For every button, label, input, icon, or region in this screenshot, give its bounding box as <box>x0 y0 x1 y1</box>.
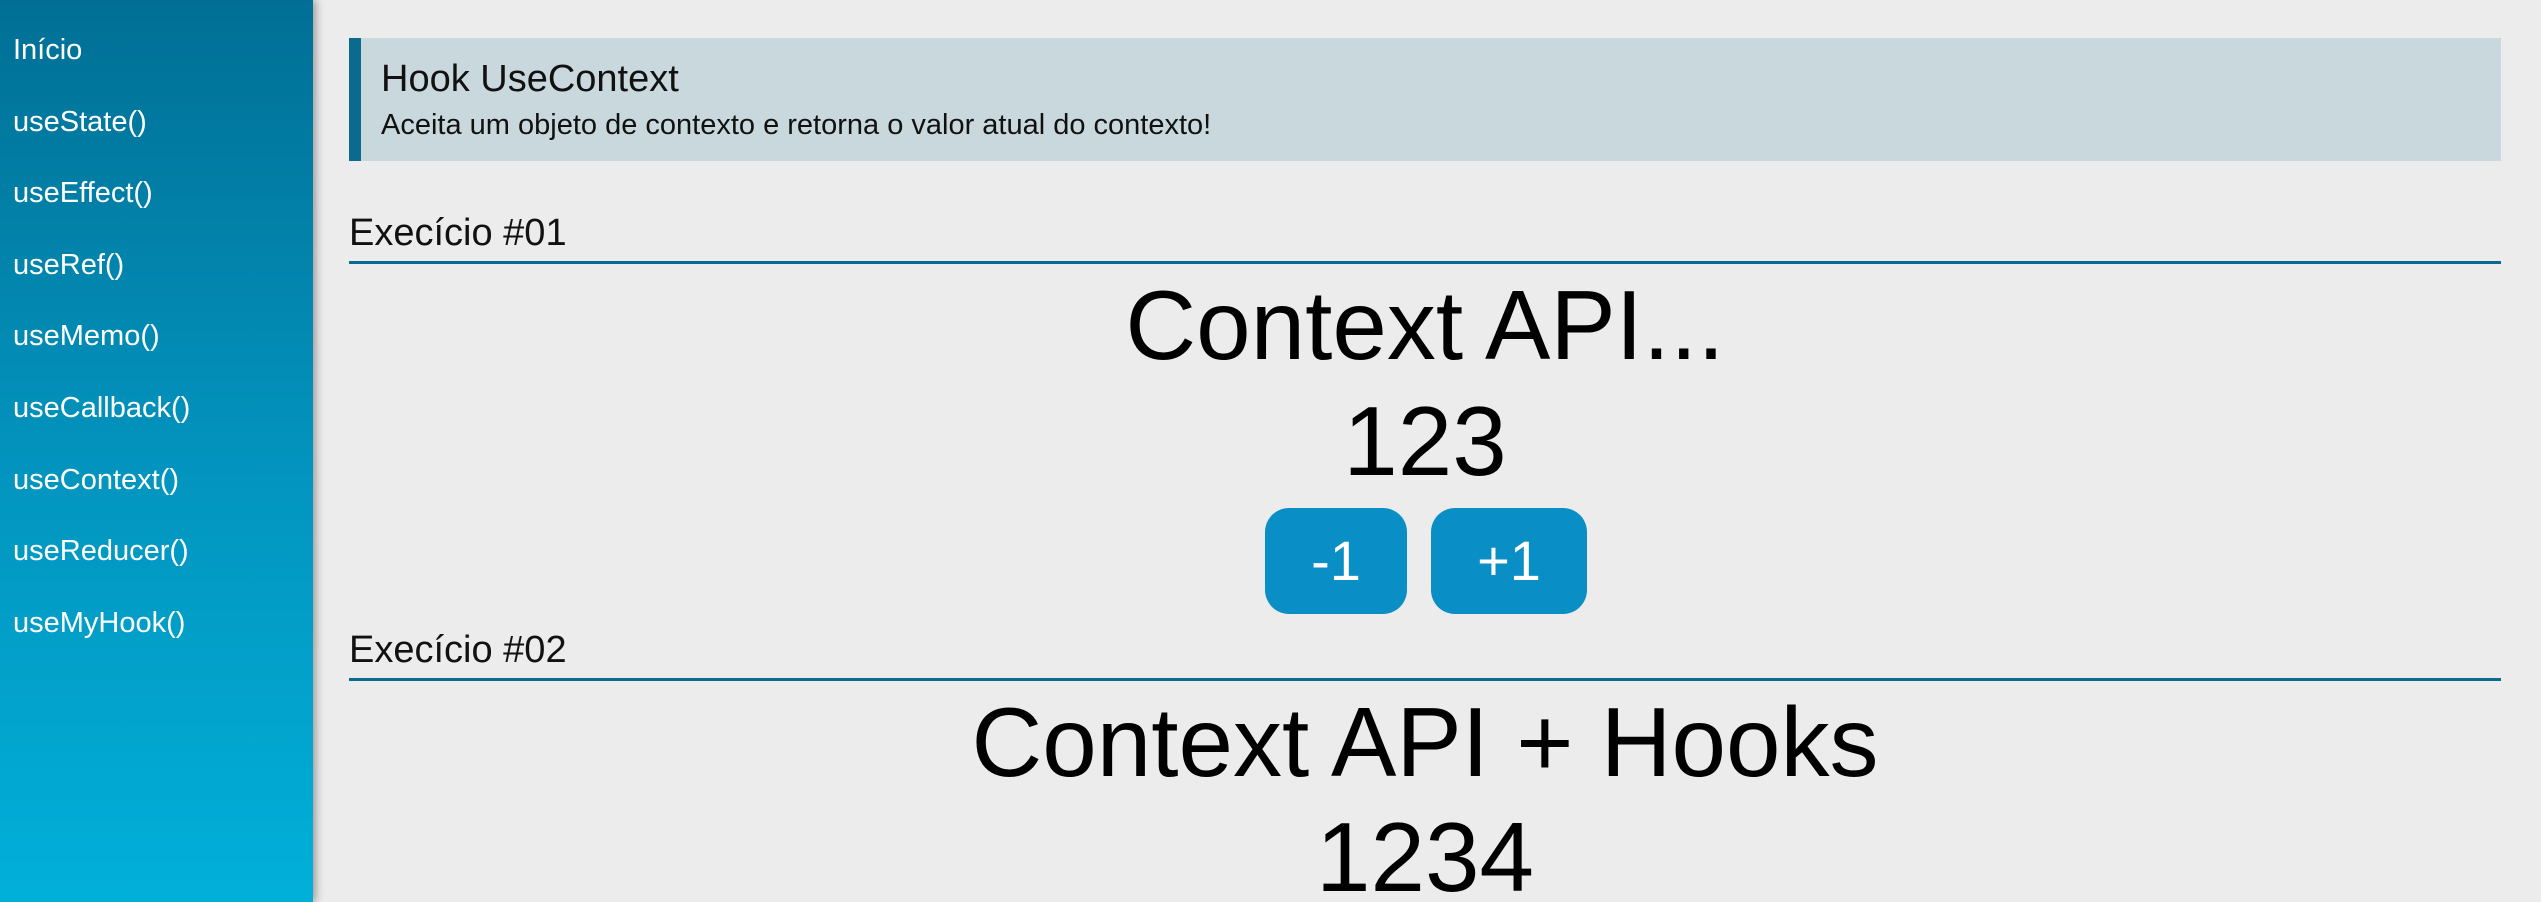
exercise-2-heading: Context API + Hooks <box>971 687 1879 797</box>
increment-button[interactable]: +1 <box>1431 508 1587 614</box>
exercise-2-title: Execício #02 <box>349 629 567 671</box>
main-content: Hook UseContext Aceita um objeto de cont… <box>313 0 2541 902</box>
decrement-button[interactable]: -1 <box>1265 508 1407 614</box>
sidebar-item-usereducer[interactable]: useReducer() <box>13 537 189 566</box>
app-root: Início useState() useEffect() useRef() u… <box>0 0 2541 902</box>
sidebar: Início useState() useEffect() useRef() u… <box>0 0 313 902</box>
exercise-2-divider <box>349 678 2501 681</box>
sidebar-item-inicio[interactable]: Início <box>13 36 82 65</box>
page-header: Hook UseContext Aceita um objeto de cont… <box>349 38 2501 161</box>
exercise-1-title: Execício #01 <box>349 212 567 254</box>
sidebar-item-useeffect[interactable]: useEffect() <box>13 179 153 208</box>
sidebar-item-useref[interactable]: useRef() <box>13 251 124 280</box>
sidebar-item-usemyhook[interactable]: useMyHook() <box>13 609 185 638</box>
page-subtitle: Aceita um objeto de contexto e retorna o… <box>381 109 1212 141</box>
sidebar-item-usecontext[interactable]: useContext() <box>13 466 179 495</box>
page-title: Hook UseContext <box>381 58 679 100</box>
exercise-1-counter-value: 123 <box>1343 386 1507 496</box>
sidebar-item-usestate[interactable]: useState() <box>13 108 147 137</box>
exercise-1-heading: Context API... <box>1125 270 1725 380</box>
sidebar-item-usecallback[interactable]: useCallback() <box>13 394 190 423</box>
exercise-1-divider <box>349 261 2501 264</box>
exercise-2-counter-value: 1234 <box>1315 802 1534 902</box>
sidebar-item-usememo[interactable]: useMemo() <box>13 322 160 351</box>
